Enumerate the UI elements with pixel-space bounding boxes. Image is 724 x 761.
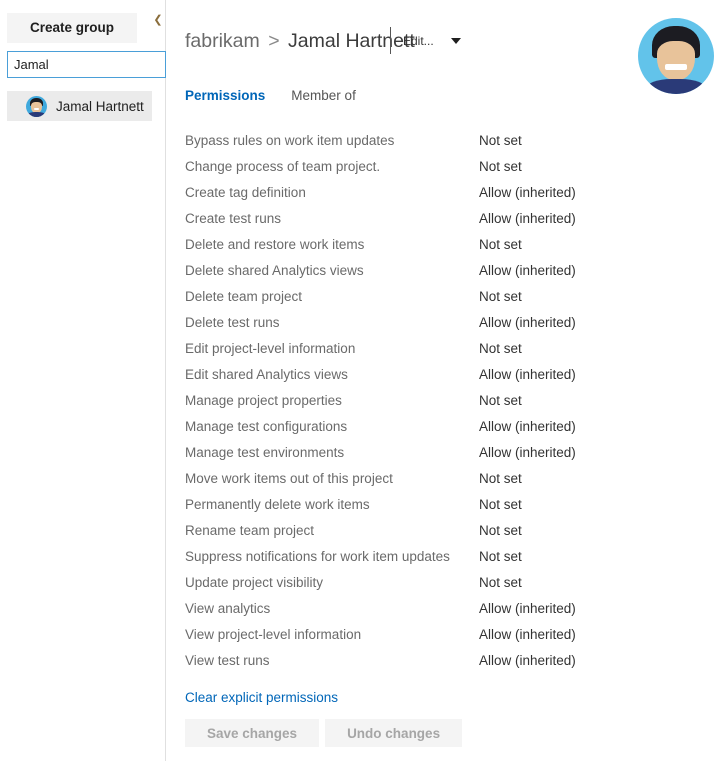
- save-changes-button[interactable]: Save changes: [185, 719, 320, 747]
- permission-row: Move work items out of this project Not s…: [166, 466, 724, 492]
- permission-value[interactable]: Not set: [479, 466, 522, 492]
- permission-row: Create test runs Allow (inherited): [166, 206, 724, 232]
- permission-value[interactable]: Not set: [479, 284, 522, 310]
- permission-label: Edit project-level information: [185, 341, 356, 356]
- search-input[interactable]: [7, 51, 166, 78]
- permission-value[interactable]: Allow (inherited): [479, 258, 576, 284]
- breadcrumb-separator: >: [268, 30, 280, 52]
- edit-dropdown-button[interactable]: Edit...: [403, 31, 461, 51]
- permission-label: View test runs: [185, 653, 270, 668]
- list-item-label: Jamal Hartnett: [56, 98, 144, 114]
- tab-permissions[interactable]: Permissions: [185, 88, 265, 103]
- permission-label: Permanently delete work items: [185, 497, 370, 512]
- breadcrumb-org[interactable]: fabrikam: [185, 30, 260, 52]
- permission-label: Edit shared Analytics views: [185, 367, 348, 382]
- permission-value[interactable]: Allow (inherited): [479, 206, 576, 232]
- permission-label: Manage test configurations: [185, 419, 348, 434]
- identity-picker-sidebar: Create group ❮ Jamal Hartnett: [0, 0, 166, 761]
- undo-changes-button[interactable]: Undo changes: [325, 719, 463, 747]
- main-content: fabrikam > Jamal Hartnett Edit... Permis…: [166, 0, 724, 761]
- permission-row: Delete test runs Allow (inherited): [166, 310, 724, 336]
- permission-value[interactable]: Not set: [479, 518, 522, 544]
- permission-row: Update project visibility Not set: [166, 570, 724, 596]
- permission-row: Bypass rules on work item updates Not set: [166, 128, 724, 154]
- breadcrumb: fabrikam > Jamal Hartnett: [185, 28, 415, 54]
- clear-explicit-permissions-link[interactable]: Clear explicit permissions: [185, 690, 338, 705]
- header-divider: [390, 27, 391, 54]
- chevron-left-icon[interactable]: ❮: [150, 12, 166, 28]
- avatar: [638, 18, 714, 94]
- permissions-list: Bypass rules on work item updates Not set…: [166, 128, 724, 674]
- permission-row: Create tag definition Allow (inherited): [166, 180, 724, 206]
- permission-value[interactable]: Allow (inherited): [479, 414, 576, 440]
- create-group-button[interactable]: Create group: [7, 13, 137, 43]
- permission-value[interactable]: Not set: [479, 154, 522, 180]
- permission-row: Manage test environments Allow (inherited…: [166, 440, 724, 466]
- permission-row: View analytics Allow (inherited): [166, 596, 724, 622]
- permission-row: View project-level information Allow (inh…: [166, 622, 724, 648]
- permission-row: Edit project-level information Not set: [166, 336, 724, 362]
- permission-label: Delete shared Analytics views: [185, 263, 364, 278]
- permission-label: Rename team project: [185, 523, 315, 538]
- permission-label: Move work items out of this project: [185, 471, 393, 486]
- permission-row: Permanently delete work items Not set: [166, 492, 724, 518]
- breadcrumb-user: Jamal Hartnett: [288, 30, 415, 52]
- permission-value[interactable]: Not set: [479, 544, 522, 570]
- permission-label: Delete team project: [185, 289, 303, 304]
- permission-value[interactable]: Not set: [479, 232, 522, 258]
- permission-value[interactable]: Not set: [479, 492, 522, 518]
- permission-label: Update project visibility: [185, 575, 324, 590]
- permission-value[interactable]: Allow (inherited): [479, 310, 576, 336]
- permission-label: Create test runs: [185, 211, 282, 226]
- permission-label: Delete test runs: [185, 315, 280, 330]
- permission-row: Rename team project Not set: [166, 518, 724, 544]
- tab-member-of[interactable]: Member of: [291, 88, 356, 103]
- permission-value[interactable]: Allow (inherited): [479, 440, 576, 466]
- permission-value[interactable]: Allow (inherited): [479, 622, 576, 648]
- list-item[interactable]: Jamal Hartnett: [7, 91, 152, 121]
- edit-dropdown-label: Edit...: [403, 34, 434, 48]
- permission-label: Manage test environments: [185, 445, 345, 460]
- permission-label: Manage project properties: [185, 393, 342, 408]
- permission-row: Manage project properties Not set: [166, 388, 724, 414]
- permission-row: Delete and restore work items Not set: [166, 232, 724, 258]
- permission-value[interactable]: Allow (inherited): [479, 648, 576, 674]
- permission-label: View analytics: [185, 601, 271, 616]
- permission-value[interactable]: Allow (inherited): [479, 596, 576, 622]
- permission-value[interactable]: Not set: [479, 570, 522, 596]
- permission-row: Delete shared Analytics views Allow (inhe…: [166, 258, 724, 284]
- permission-row: Change process of team project. Not set: [166, 154, 724, 180]
- permission-row: View test runs Allow (inherited): [166, 648, 724, 674]
- permission-label: Change process of team project.: [185, 159, 381, 174]
- tab-bar: Permissions Member of: [185, 88, 356, 103]
- permission-label: Suppress notifications for work item upd…: [185, 549, 450, 564]
- permission-value[interactable]: Not set: [479, 336, 522, 362]
- permission-row: Delete team project Not set: [166, 284, 724, 310]
- permission-label: Delete and restore work items: [185, 237, 365, 252]
- permission-row: Suppress notifications for work item upd…: [166, 544, 724, 570]
- permission-value[interactable]: Allow (inherited): [479, 362, 576, 388]
- permission-value[interactable]: Not set: [479, 388, 522, 414]
- permission-row: Manage test configurations Allow (inherit…: [166, 414, 724, 440]
- avatar: [26, 95, 47, 117]
- permission-value[interactable]: Allow (inherited): [479, 180, 576, 206]
- chevron-down-icon: [450, 38, 461, 44]
- permission-label: View project-level information: [185, 627, 362, 642]
- permission-value[interactable]: Not set: [479, 128, 522, 154]
- permission-row: Edit shared Analytics views Allow (inheri…: [166, 362, 724, 388]
- footer-actions: Save changes Undo changes: [185, 719, 463, 747]
- permission-label: Bypass rules on work item updates: [185, 133, 395, 148]
- permission-label: Create tag definition: [185, 185, 306, 200]
